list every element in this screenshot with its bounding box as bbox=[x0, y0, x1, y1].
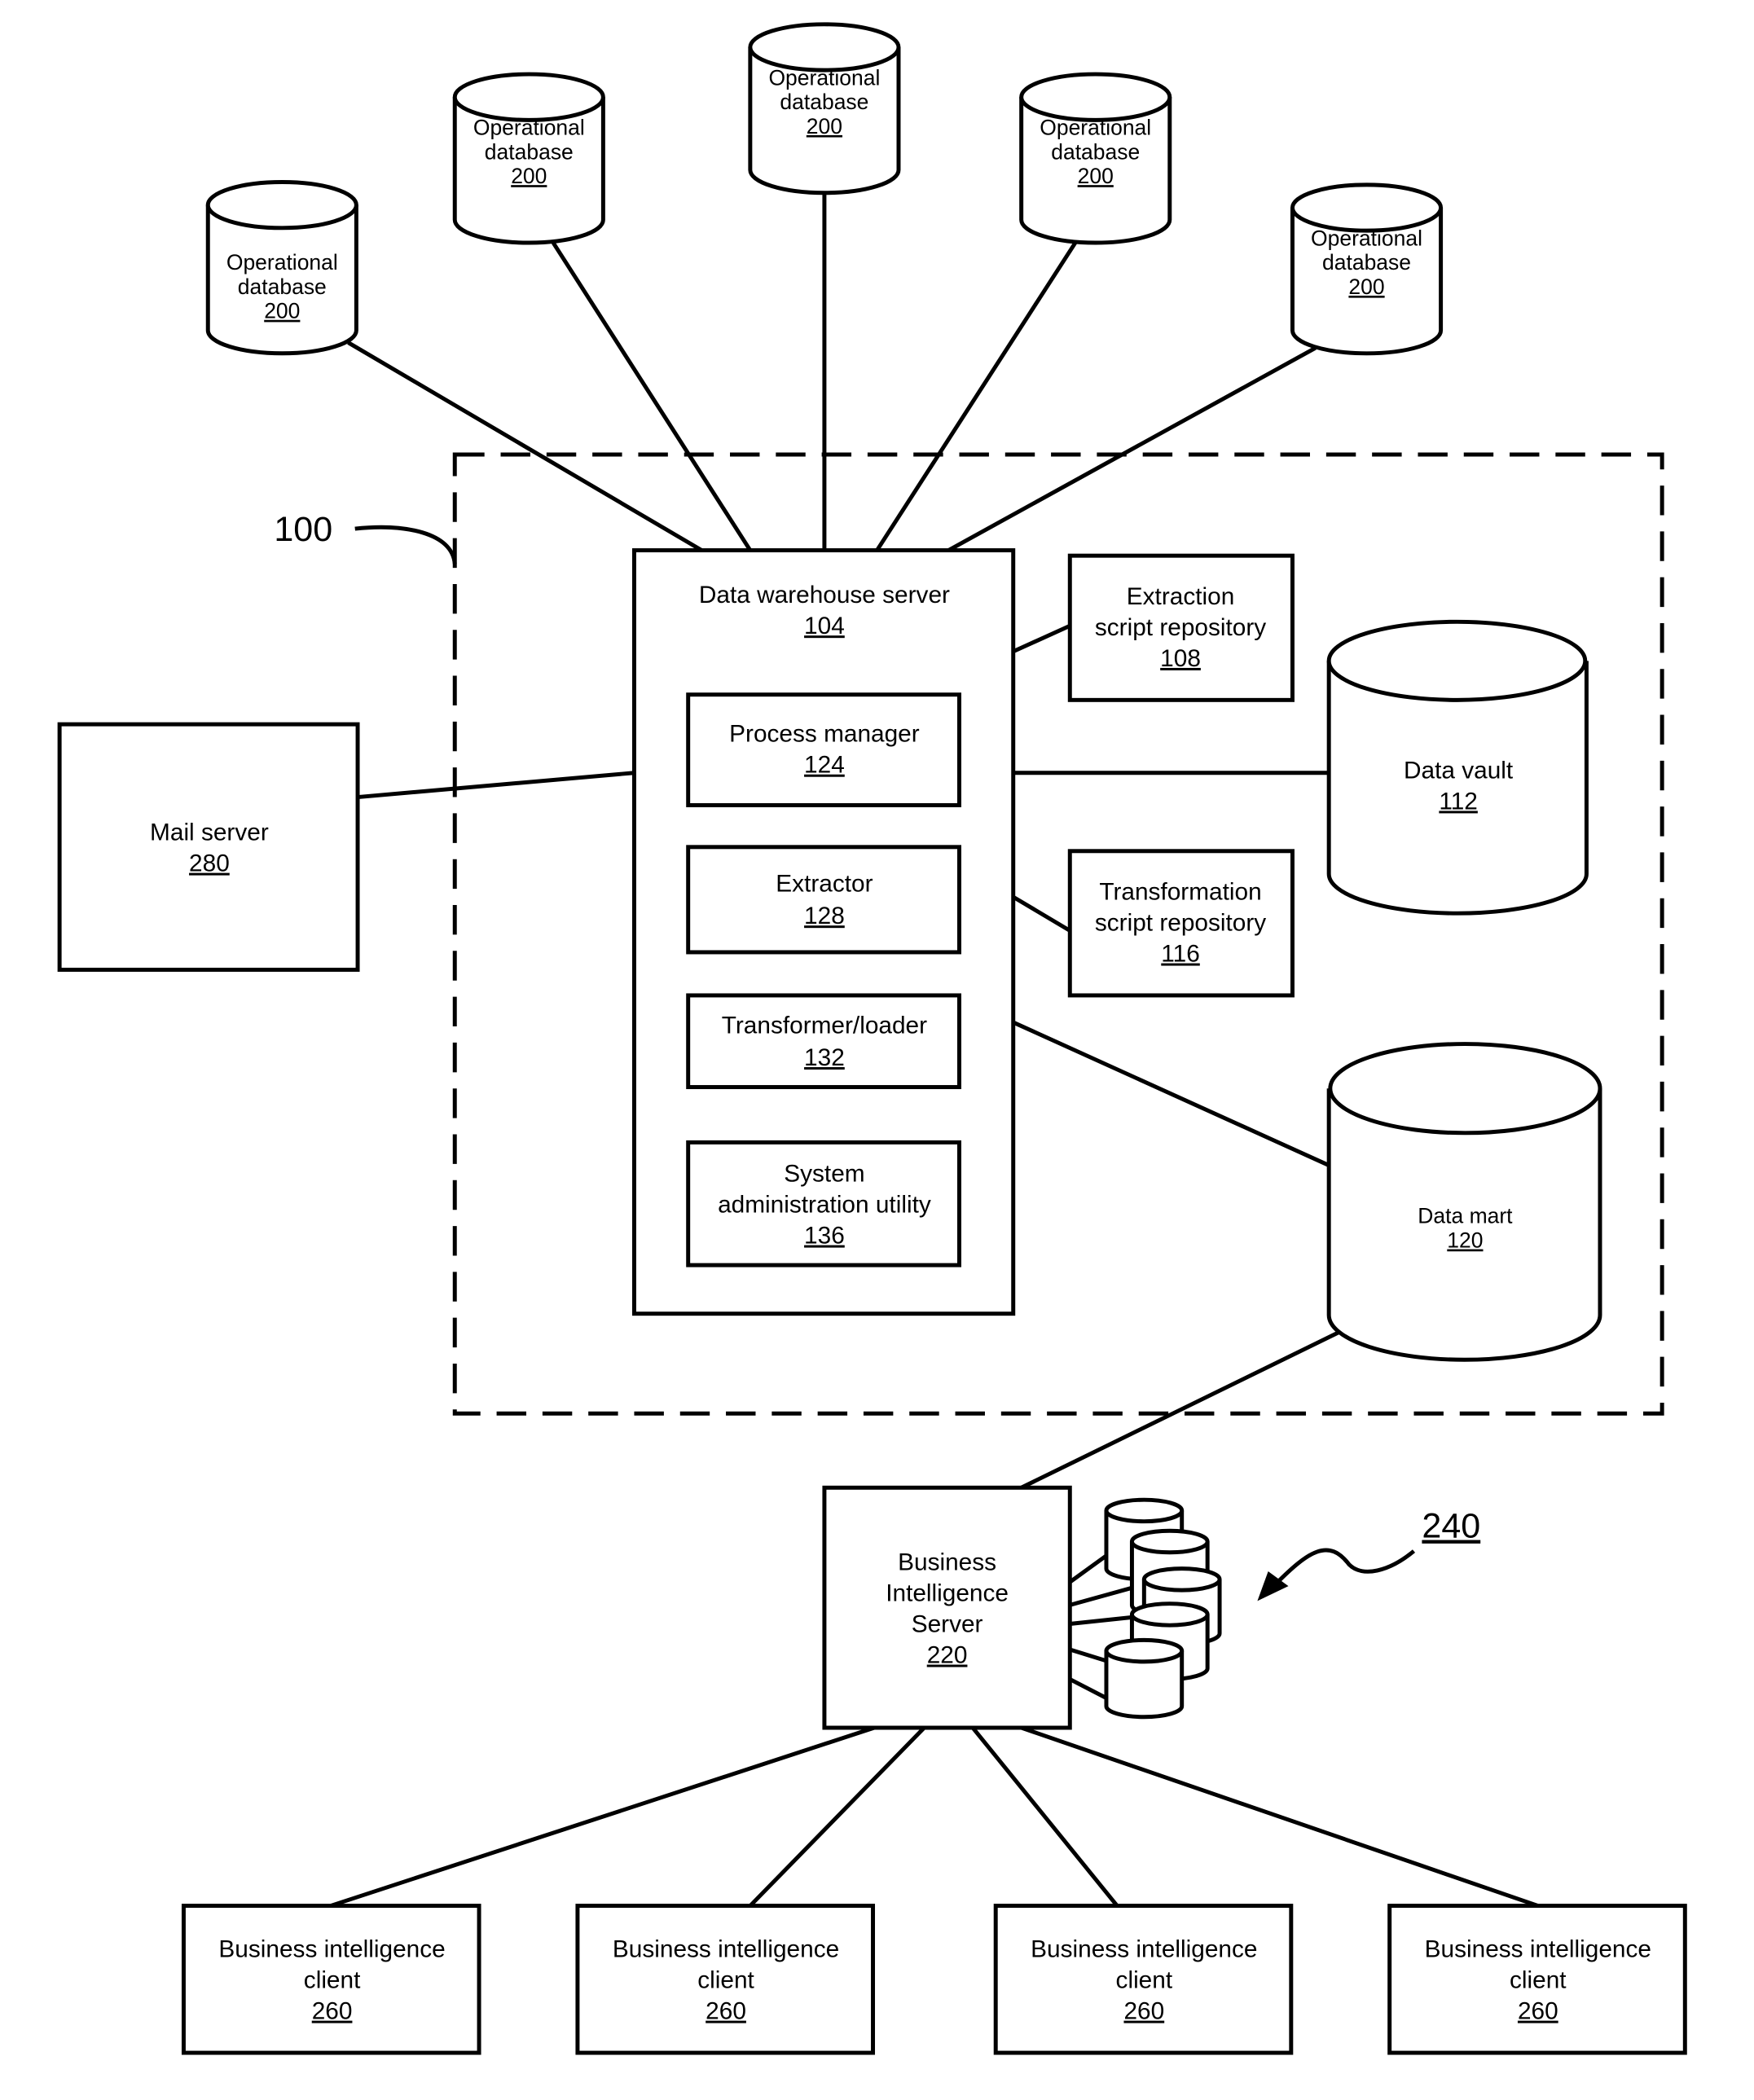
business-intelligence-server[interactable] bbox=[822, 1485, 1072, 1730]
opdb-3-label-line2: database bbox=[780, 90, 868, 114]
bi-server-label-line1: Business bbox=[898, 1549, 996, 1575]
bi-database-ref-label: 240 bbox=[1422, 1507, 1480, 1546]
opdb-2-label-line1: Operational bbox=[473, 116, 585, 140]
extractor-label: Extractor bbox=[776, 870, 873, 897]
extractor[interactable] bbox=[686, 845, 961, 955]
connector-opdb2-warehouse bbox=[552, 241, 752, 551]
transformer-loader[interactable] bbox=[686, 993, 961, 1090]
bi-ref-leader bbox=[1274, 1548, 1416, 1585]
opdb-2-label-line2: database bbox=[485, 139, 574, 164]
extraction-repo-label-line2: script repository bbox=[1095, 614, 1266, 641]
bi-client-1-label-line1: Business intelligence bbox=[218, 1935, 445, 1962]
opdb-1-label-line1: Operational bbox=[226, 250, 338, 275]
opdb-3-ref: 200 bbox=[807, 114, 842, 138]
bi-client-2-label-line1: Business intelligence bbox=[613, 1935, 839, 1962]
data-mart-label: Data mart bbox=[1418, 1204, 1513, 1228]
connector-mail-warehouse bbox=[357, 771, 635, 800]
connector-warehouse-data-mart bbox=[1012, 1020, 1330, 1167]
opdb-2-ref: 200 bbox=[511, 164, 547, 188]
bi-client-4-label-line1: Business intelligence bbox=[1425, 1935, 1651, 1962]
extraction-repo-label-line1: Extraction bbox=[1127, 583, 1235, 610]
connector-warehouse-extraction-repo bbox=[1012, 624, 1071, 653]
opdb-5-label-line1: Operational bbox=[1311, 226, 1422, 250]
extraction-repo-ref: 108 bbox=[1160, 645, 1201, 672]
bi-database-cluster[interactable] bbox=[1068, 1497, 1222, 1720]
sysadmin-label-line1: System bbox=[784, 1160, 864, 1187]
data-mart[interactable] bbox=[1326, 1042, 1602, 1362]
sysadmin-ref: 136 bbox=[804, 1223, 845, 1250]
connector-opdb1-warehouse bbox=[347, 340, 703, 552]
opdb-4-label-line1: Operational bbox=[1040, 116, 1151, 140]
extractor-ref: 128 bbox=[804, 903, 845, 929]
connector-data-mart-bi-server bbox=[1020, 1330, 1339, 1490]
connector-warehouse-transformation-repo bbox=[1012, 894, 1071, 933]
mail-server[interactable] bbox=[57, 722, 360, 972]
connector-bi-server-client4 bbox=[1020, 1725, 1539, 1908]
mail-server-ref: 280 bbox=[189, 850, 230, 877]
opdb-1-ref: 200 bbox=[264, 299, 300, 323]
bi-client-4-label-line2: client bbox=[1510, 1967, 1567, 1994]
process-manager[interactable] bbox=[686, 692, 961, 807]
transformer-loader-ref: 132 bbox=[804, 1044, 845, 1071]
sysadmin-label-line2: administration utility bbox=[718, 1192, 931, 1219]
bi-client-1-label-line2: client bbox=[304, 1967, 361, 1994]
transformer-loader-label: Transformer/loader bbox=[722, 1012, 927, 1039]
bi-client-2-label-line2: client bbox=[697, 1967, 754, 1994]
bi-database-ref-callout: 240 bbox=[1257, 1507, 1480, 1601]
process-manager-label: Process manager bbox=[729, 721, 920, 748]
bi-server-label-line2: Intelligence bbox=[886, 1579, 1009, 1606]
opdb-4-label-line2: database bbox=[1051, 139, 1140, 164]
data-vault-label: Data vault bbox=[1404, 757, 1514, 784]
connector-opdb5-warehouse bbox=[947, 346, 1317, 552]
bi-server-ref: 220 bbox=[927, 1642, 968, 1669]
opdb-5-label-line2: database bbox=[1322, 250, 1411, 275]
data-mart-ref: 120 bbox=[1447, 1228, 1483, 1253]
architecture-diagram: 100 Data warehouse server 104 Process ma… bbox=[57, 22, 1687, 2055]
connector-opdb4-warehouse bbox=[875, 241, 1077, 551]
transformation-repo-ref: 116 bbox=[1161, 941, 1200, 968]
opdb-1-label-line2: database bbox=[238, 275, 327, 299]
bi-client-3-ref: 260 bbox=[1123, 1998, 1164, 2025]
system-ref-label: 100 bbox=[274, 510, 332, 549]
mail-server-label: Mail server bbox=[150, 819, 269, 846]
connector-bi-server-client2 bbox=[749, 1726, 926, 1908]
bi-client-2-ref: 260 bbox=[706, 1998, 746, 2025]
system-ref-leader bbox=[354, 525, 457, 565]
bi-client-3-label-line1: Business intelligence bbox=[1031, 1935, 1257, 1962]
data-warehouse-server-label: Data warehouse server bbox=[699, 582, 950, 608]
data-vault-ref: 112 bbox=[1439, 788, 1478, 815]
system-ref-callout: 100 bbox=[274, 510, 457, 565]
bi-client-4-ref: 260 bbox=[1518, 1998, 1558, 2025]
connector-bi-server-client1 bbox=[330, 1725, 875, 1908]
data-warehouse-server-ref: 104 bbox=[804, 613, 845, 639]
bi-client-3-label-line2: client bbox=[1116, 1967, 1173, 1994]
opdb-4-ref: 200 bbox=[1078, 164, 1114, 188]
opdb-5-ref: 200 bbox=[1348, 275, 1384, 299]
bi-client-1-ref: 260 bbox=[312, 1998, 353, 2025]
transformation-repo-label-line2: script repository bbox=[1095, 909, 1266, 936]
transformation-repo-label-line1: Transformation bbox=[1099, 878, 1261, 905]
opdb-3-label-line1: Operational bbox=[768, 65, 880, 90]
process-manager-ref: 124 bbox=[804, 752, 845, 779]
bi-server-label-line3: Server bbox=[912, 1610, 983, 1637]
